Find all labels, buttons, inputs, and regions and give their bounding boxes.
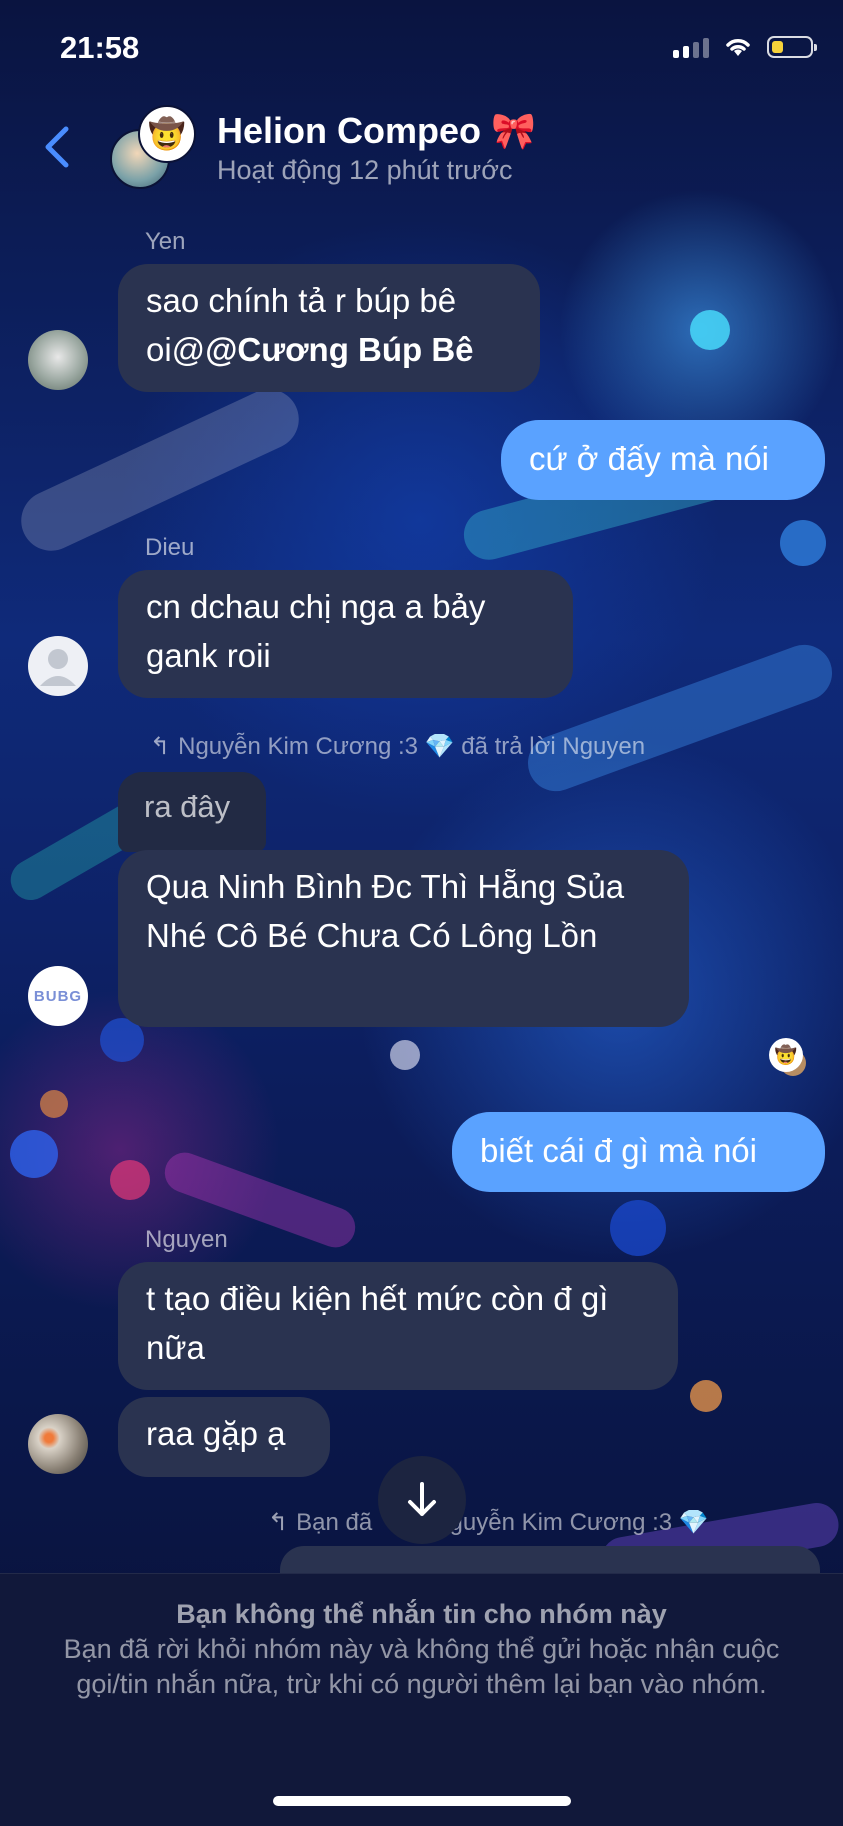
message-bubble-outgoing[interactable]: cứ ở đấy mà nói [501,420,825,500]
message-bubble[interactable]: sao chính tả r búp bê oi@@Cương Búp Bê [118,264,540,392]
quoted-text: ra đây [144,789,231,824]
reply-prefix: Bạn đã [296,1509,373,1536]
status-time: 21:58 [60,30,140,65]
message-text: t tạo điều kiện hết mức còn đ gì nữa [146,1280,609,1366]
message-text: biết cái đ gì mà nói [480,1132,757,1169]
reply-action: đã trả lời Nguyen [461,733,646,760]
sender-name: Nguyen [145,1226,228,1253]
reply-label: ↰ Bạn đã Nguyễn Kim Cương :3 💎 [268,1508,709,1537]
message-bubble-outgoing[interactable]: biết cái đ gì mà nói [452,1112,825,1192]
message-bubble[interactable]: cn dchau chị nga a bảy gank roii [118,570,573,698]
avatar[interactable] [28,330,88,390]
sender-name: Dieu [145,534,195,561]
group-avatar[interactable]: 🤠 [110,105,196,189]
activity-status: Hoạt động 12 phút trước [217,155,513,185]
battery-level [772,41,783,53]
avatar[interactable] [28,636,88,696]
mention[interactable]: @Cương Búp Bê [205,331,473,368]
cellular-signal-icon [673,36,709,58]
battery-icon [767,36,817,58]
diamond-icon: 💎 [678,1509,709,1536]
avatar[interactable] [28,1414,88,1474]
message-text: Qua Ninh Bình Đc Thì Hẵng Sủa Nhé Cô Bé … [146,868,625,954]
status-indicators [673,36,817,58]
message-bubble-partial [280,1546,820,1576]
wifi-icon [726,39,750,56]
arrow-down-icon [408,1482,436,1516]
group-left-notice: Bạn không thể nhắn tin cho nhóm này Bạn … [0,1573,843,1826]
message-text: raa gặp ạ [146,1415,286,1452]
home-indicator[interactable] [273,1796,571,1806]
reply-icon: ↰ [268,1509,289,1536]
avatar-logo-icon: BUBG [33,987,83,1005]
message-bubble[interactable]: t tạo điều kiện hết mức còn đ gì nữa [118,1262,678,1390]
avatar: 🤠 [138,105,196,163]
reply-label: ↰ Nguyễn Kim Cương :3 💎 đã trả lời Nguyen [150,732,645,761]
notice-title: Bạn không thể nhắn tin cho nhóm này [176,1599,667,1629]
diamond-icon: 💎 [424,733,455,760]
message-bubble[interactable]: Qua Ninh Bình Đc Thì Hẵng Sủa Nhé Cô Bé … [118,850,689,1027]
message-text: cn dchau chị nga a bảy gank roii [146,588,486,674]
default-user-icon [40,649,76,686]
reply-icon: ↰ [150,733,171,760]
scroll-to-bottom-button[interactable] [378,1456,466,1544]
message-bubble[interactable]: raa gặp ạ [118,1397,330,1477]
chevron-left-icon[interactable] [42,125,72,169]
seen-avatar: 🤠 [769,1038,803,1072]
notice-body: Bạn đã rời khỏi nhóm này và không thể gử… [63,1634,780,1699]
chat-title[interactable]: Helion Compeo 🎀 [217,110,536,152]
quoted-message[interactable]: ra đây [118,772,266,852]
reply-author: Nguyễn Kim Cương :3 [178,733,419,760]
sender-name: Yen [145,228,186,255]
avatar[interactable]: BUBG [28,966,88,1026]
message-text: cứ ở đấy mà nói [529,440,769,477]
reply-author: Nguyễn Kim Cương :3 [432,1509,673,1536]
